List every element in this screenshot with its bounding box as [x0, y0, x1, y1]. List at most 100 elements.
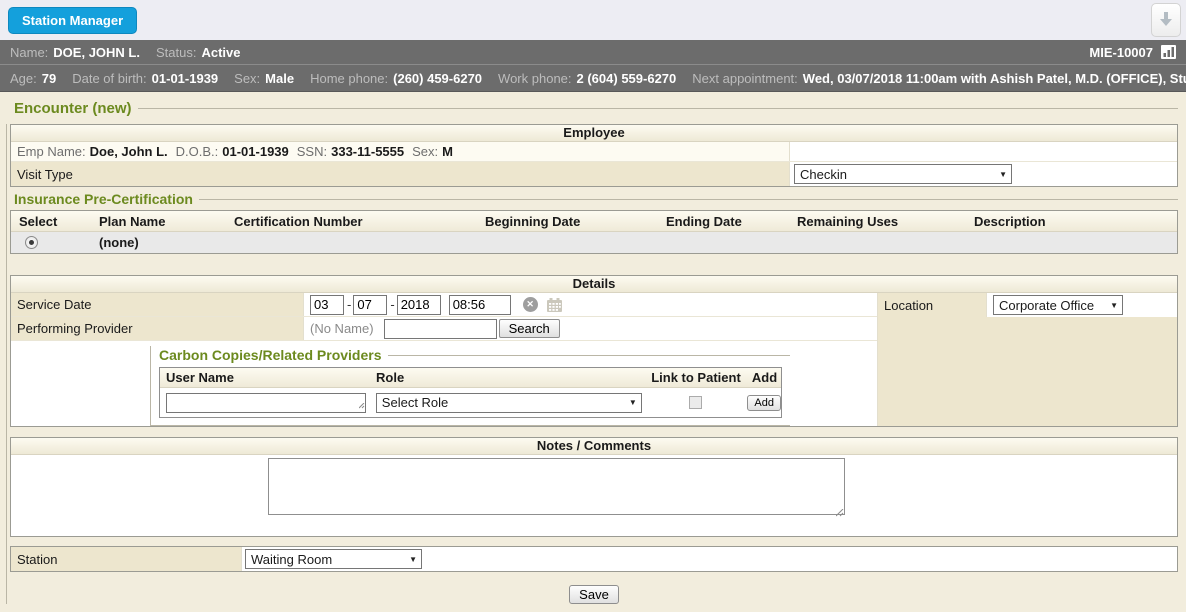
- emp-sex-value: M: [442, 144, 453, 159]
- next-appointment-label: Next appointment:: [692, 71, 798, 86]
- encounter-legend: Encounter (new): [14, 100, 132, 117]
- add-provider-button[interactable]: Add: [747, 395, 781, 411]
- age-value: 79: [42, 71, 56, 86]
- col-link-to-patient: Link to Patient: [644, 368, 742, 387]
- col-role: Role: [370, 368, 644, 387]
- clear-date-icon[interactable]: ✕: [523, 297, 538, 312]
- col-plan-name: Plan Name: [91, 211, 226, 231]
- role-value: Select Role: [382, 395, 448, 410]
- carbon-copies-header-row: User Name Role Link to Patient Add: [160, 368, 781, 388]
- chevron-down-icon: ▼: [1110, 301, 1118, 310]
- insurance-legend: Insurance Pre-Certification: [14, 191, 193, 207]
- emp-sex-label: Sex:: [412, 144, 438, 159]
- bar-chart-icon[interactable]: [1161, 45, 1176, 59]
- dob-value: 01-01-1939: [152, 71, 219, 86]
- emp-ssn-value: 333-11-5555: [331, 144, 404, 159]
- col-add: Add: [742, 368, 781, 387]
- employee-summary: Emp Name: Doe, John L. D.O.B.: 01-01-193…: [11, 142, 789, 161]
- home-phone-label: Home phone:: [310, 71, 388, 86]
- home-phone-value: (260) 459-6270: [393, 71, 482, 86]
- provider-search-input[interactable]: [384, 319, 497, 339]
- service-date-label: Service Date: [11, 293, 303, 316]
- employee-summary-spacer: [789, 142, 1177, 161]
- carbon-copies-section: Carbon Copies/Related Providers User Nam…: [150, 346, 790, 426]
- station-manager-button[interactable]: Station Manager: [8, 7, 137, 34]
- calendar-icon[interactable]: [546, 297, 563, 313]
- legend-divider: [199, 199, 1178, 200]
- provider-search-button[interactable]: Search: [499, 319, 560, 338]
- top-toolbar: Station Manager: [0, 0, 1186, 40]
- notes-section: Notes / Comments: [10, 437, 1178, 537]
- col-remaining-uses: Remaining Uses: [789, 211, 966, 231]
- patient-status: Active: [201, 45, 240, 60]
- employee-section-header: Employee: [11, 125, 1177, 142]
- sex-label: Sex:: [234, 71, 260, 86]
- status-label: Status:: [156, 45, 196, 60]
- visit-type-label: Visit Type: [11, 162, 789, 186]
- details-section-header: Details: [11, 276, 1177, 293]
- location-select[interactable]: Corporate Office ▼: [993, 295, 1123, 315]
- encounter-form: Encounter (new) Employee Emp Name: Doe, …: [0, 92, 1186, 604]
- col-description: Description: [966, 211, 1177, 231]
- service-date-year-input[interactable]: [397, 295, 441, 315]
- performing-provider-label: Performing Provider: [11, 317, 303, 340]
- role-select[interactable]: Select Role ▼: [376, 393, 642, 413]
- plan-name-none: (none): [91, 232, 226, 253]
- link-to-patient-checkbox[interactable]: [689, 396, 702, 409]
- station-select[interactable]: Waiting Room ▼: [245, 549, 422, 569]
- col-ending-date: Ending Date: [658, 211, 789, 231]
- resize-handle-icon[interactable]: [359, 397, 365, 412]
- work-phone-label: Work phone:: [498, 71, 571, 86]
- emp-name-value: Doe, John L.: [90, 144, 168, 159]
- date-separator: -: [390, 297, 394, 312]
- patient-name: DOE, JOHN L.: [53, 45, 140, 60]
- chart-id: MIE-10007: [1089, 45, 1153, 60]
- work-phone-value: 2 (604) 559-6270: [577, 71, 677, 86]
- service-date-day-input[interactable]: [353, 295, 387, 315]
- name-label: Name:: [10, 45, 48, 60]
- chevron-down-icon: ▼: [629, 398, 637, 407]
- visit-type-value: Checkin: [800, 167, 847, 182]
- station-section: Station Waiting Room ▼: [10, 546, 1178, 572]
- insurance-table: Select Plan Name Certification Number Be…: [10, 210, 1178, 254]
- next-appointment-value: Wed, 03/07/2018 11:00am with Ashish Pate…: [803, 71, 1186, 86]
- dob-label: Date of birth:: [72, 71, 146, 86]
- details-section: Details Service Date - - ✕: [10, 275, 1178, 427]
- patient-info-bar: Name: DOE, JOHN L. Status: Active MIE-10…: [0, 40, 1186, 64]
- insurance-row-none: (none): [11, 232, 1177, 253]
- sex-value: Male: [265, 71, 294, 86]
- download-icon: [1158, 11, 1174, 30]
- no-name-text: (No Name): [310, 321, 374, 336]
- col-select: Select: [11, 211, 91, 231]
- location-label: Location: [878, 293, 986, 317]
- chevron-down-icon: ▼: [409, 555, 417, 564]
- age-label: Age:: [10, 71, 37, 86]
- employee-section: Employee Emp Name: Doe, John L. D.O.B.: …: [10, 124, 1178, 187]
- station-value: Waiting Room: [251, 552, 332, 567]
- location-value: Corporate Office: [999, 298, 1094, 313]
- emp-dob-label: D.O.B.:: [176, 144, 219, 159]
- demographics-bar: Age: 79 Date of birth: 01-01-1939 Sex: M…: [0, 64, 1186, 92]
- station-label: Station: [11, 547, 241, 571]
- download-button[interactable]: [1151, 3, 1181, 37]
- notes-section-header: Notes / Comments: [11, 438, 1177, 455]
- insurance-none-radio[interactable]: [25, 236, 38, 249]
- col-beginning-date: Beginning Date: [477, 211, 658, 231]
- service-date-month-input[interactable]: [310, 295, 344, 315]
- save-button[interactable]: Save: [569, 585, 619, 604]
- carbon-copies-legend: Carbon Copies/Related Providers: [159, 347, 382, 363]
- col-user-name: User Name: [160, 368, 370, 387]
- emp-dob-value: 01-01-1939: [222, 144, 289, 159]
- visit-type-select[interactable]: Checkin ▼: [794, 164, 1012, 184]
- chevron-down-icon: ▼: [999, 170, 1007, 179]
- col-certification-number: Certification Number: [226, 211, 477, 231]
- service-time-input[interactable]: [449, 295, 511, 315]
- date-separator: -: [347, 297, 351, 312]
- notes-textarea[interactable]: [268, 458, 845, 515]
- carbon-copies-input-row: Select Role ▼ Add: [160, 388, 781, 417]
- emp-name-label: Emp Name:: [17, 144, 86, 159]
- details-right-filler: [878, 317, 1177, 426]
- user-name-input[interactable]: [166, 393, 366, 413]
- resize-handle-icon[interactable]: [836, 505, 844, 520]
- insurance-header-row: Select Plan Name Certification Number Be…: [11, 211, 1177, 232]
